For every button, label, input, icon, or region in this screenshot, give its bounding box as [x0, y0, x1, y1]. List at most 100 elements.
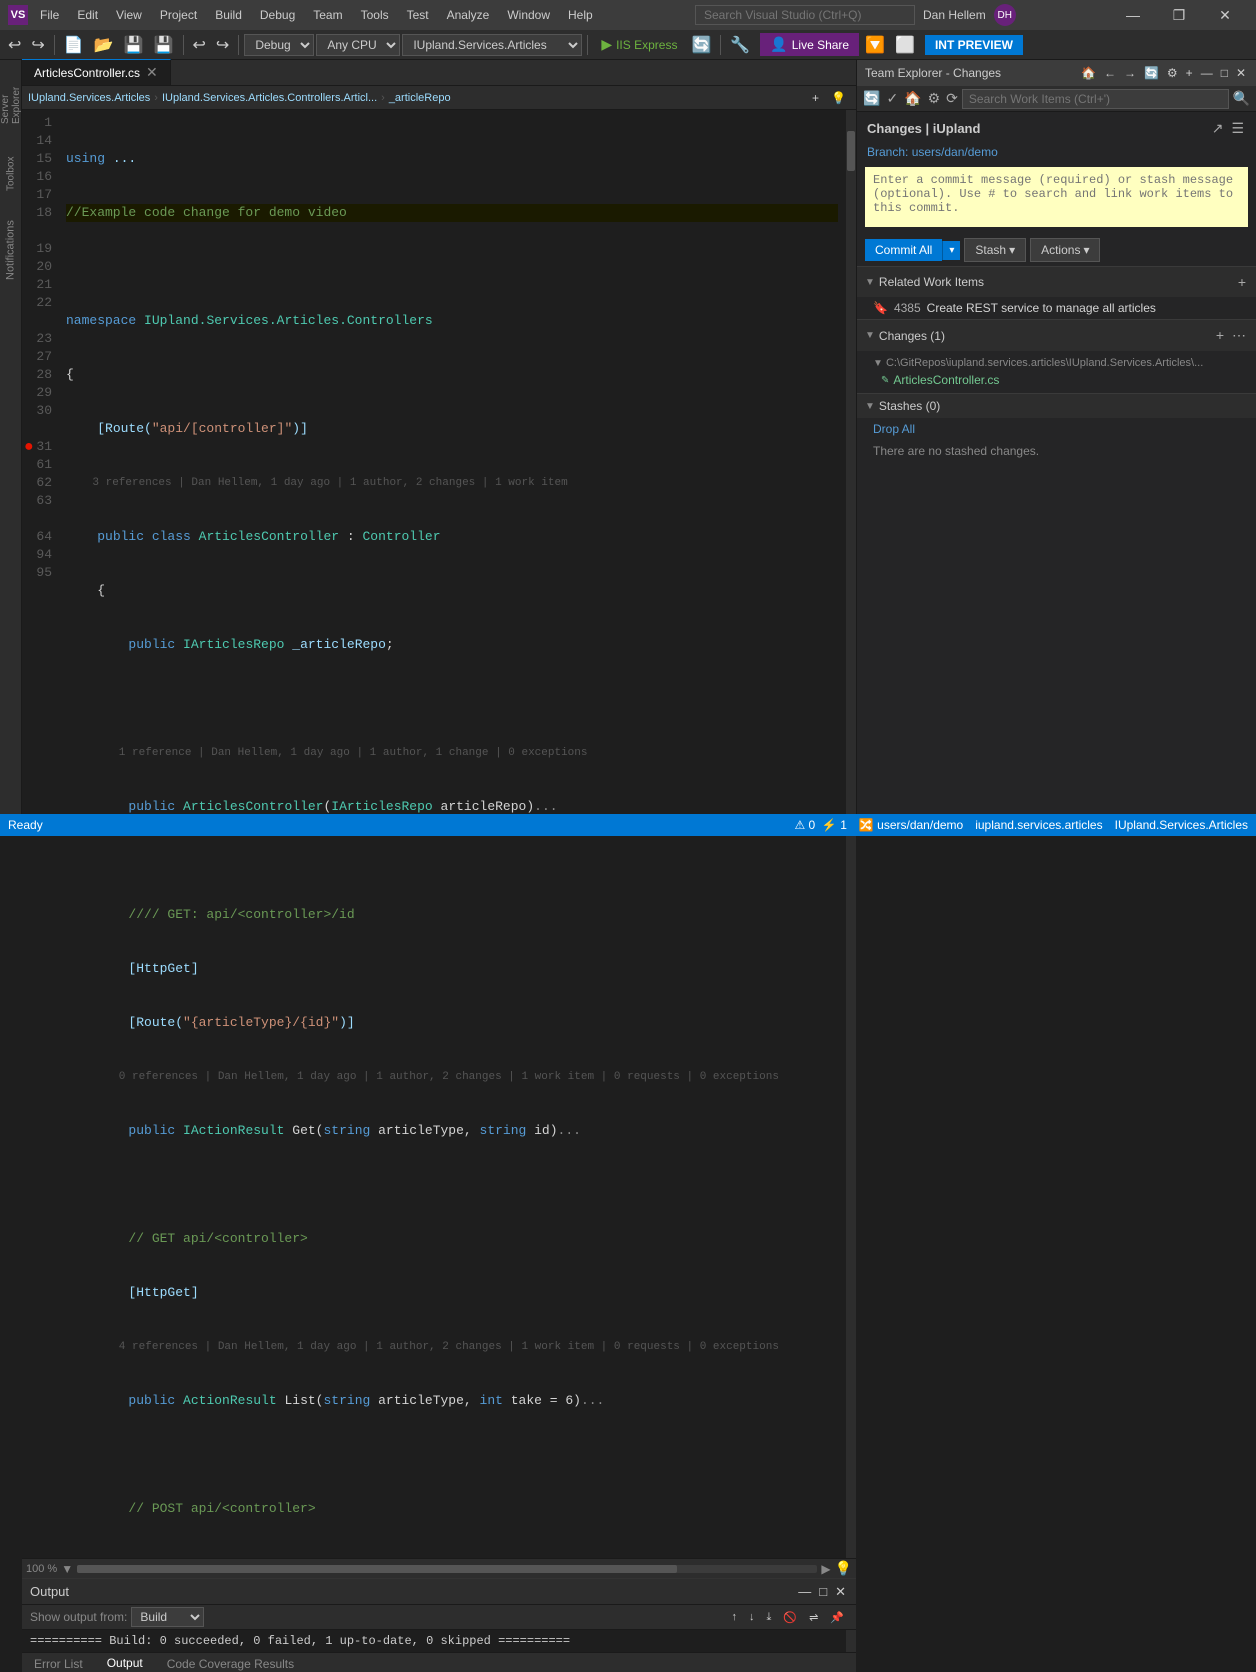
- commit-message-input[interactable]: [865, 167, 1248, 227]
- stashes-title: Stashes (0): [879, 399, 940, 413]
- redo-button[interactable]: ↪: [212, 33, 233, 57]
- te-maximize-icon[interactable]: □: [1219, 64, 1230, 82]
- right-project: IUpland.Services.Articles: [1115, 818, 1248, 832]
- related-work-items-header[interactable]: ▼ Related Work Items +: [857, 267, 1256, 297]
- te-expand-icon[interactable]: ↗: [1210, 118, 1226, 139]
- refresh-button[interactable]: 🔄: [687, 33, 715, 57]
- te-forward-icon[interactable]: →: [1122, 64, 1138, 82]
- menu-test[interactable]: Test: [399, 6, 437, 24]
- te-settings-icon[interactable]: ⚙: [1165, 64, 1180, 82]
- notifications-panel[interactable]: Notifications: [0, 200, 22, 300]
- output-source-dropdown[interactable]: Build Debug General: [131, 1607, 204, 1627]
- int-preview-button[interactable]: INT PREVIEW: [925, 35, 1023, 55]
- pin-output-button[interactable]: 📌: [826, 1609, 848, 1626]
- actions-button[interactable]: Actions ▾: [1030, 238, 1100, 262]
- user-avatar[interactable]: DH: [994, 4, 1016, 26]
- actions-dropdown-icon: ▾: [1083, 243, 1089, 257]
- minimize-button[interactable]: —: [1110, 0, 1156, 30]
- te-sync-icon[interactable]: ⟳: [944, 88, 960, 109]
- diagnostics-button[interactable]: 🔧: [726, 33, 754, 57]
- scroll-down-button[interactable]: ↓: [745, 1609, 759, 1626]
- te-commit-icon[interactable]: ✓: [884, 88, 900, 109]
- debug-config-dropdown[interactable]: Debug: [244, 34, 314, 56]
- undo-button[interactable]: ↩: [189, 33, 210, 57]
- git-branch[interactable]: 🔀 users/dan/demo: [859, 818, 963, 832]
- filter-button[interactable]: 🔽: [861, 33, 889, 57]
- tab-output[interactable]: Output: [95, 1654, 155, 1672]
- te-new-icon[interactable]: +: [1184, 64, 1195, 82]
- h-scrollbar[interactable]: [77, 1565, 817, 1573]
- lightbulb-icon[interactable]: 💡: [835, 1560, 852, 1577]
- output-vscroll[interactable]: [846, 1630, 856, 1652]
- menu-project[interactable]: Project: [152, 6, 205, 24]
- menu-window[interactable]: Window: [499, 6, 558, 24]
- editor-tab-articles-controller[interactable]: ArticlesController.cs ✕: [22, 59, 171, 85]
- scroll-up-button[interactable]: ↑: [728, 1609, 742, 1626]
- save-all-button[interactable]: 💾: [150, 33, 178, 57]
- back-button[interactable]: ↩: [4, 33, 25, 57]
- clear-output-button[interactable]: 🚫: [779, 1609, 801, 1626]
- scroll-right-icon[interactable]: ▶: [821, 1562, 830, 1576]
- te-home2-icon[interactable]: 🏠: [902, 88, 923, 109]
- te-back-icon[interactable]: ←: [1102, 64, 1118, 82]
- te-minimize-icon[interactable]: —: [1199, 64, 1215, 82]
- server-explorer-icon[interactable]: Server Explorer: [1, 64, 21, 124]
- te-search-input[interactable]: [962, 89, 1229, 109]
- change-file-item[interactable]: ✎ ArticlesController.cs: [865, 371, 1248, 389]
- commit-all-button[interactable]: Commit All: [865, 239, 942, 261]
- add-change-icon[interactable]: +: [1214, 325, 1226, 346]
- word-wrap-button[interactable]: ⇌: [805, 1609, 822, 1626]
- te-search-icon[interactable]: 🔍: [1231, 88, 1252, 109]
- menu-view[interactable]: View: [108, 6, 150, 24]
- project-dropdown[interactable]: IUpland.Services.Articles: [402, 34, 582, 56]
- close-button[interactable]: ✕: [1202, 0, 1248, 30]
- add-work-item-icon[interactable]: +: [1236, 272, 1248, 292]
- drop-all-button[interactable]: Drop All: [857, 418, 1256, 440]
- restore-button[interactable]: ❐: [1156, 0, 1202, 30]
- platform-dropdown[interactable]: Any CPU: [316, 34, 400, 56]
- bulb-button[interactable]: 💡: [827, 89, 850, 107]
- menu-edit[interactable]: Edit: [69, 6, 106, 24]
- toolbox-icon[interactable]: Toolbox: [1, 144, 21, 204]
- liveshare-button[interactable]: 👤 Live Share: [760, 33, 859, 56]
- output-toolbar: Show output from: Build Debug General ↑ …: [22, 1605, 856, 1630]
- layout-button[interactable]: ⬜: [891, 33, 919, 57]
- statusbar: Ready ⚠ 0 ⚡ 1 🔀 users/dan/demo iupland.s…: [0, 814, 1256, 836]
- menu-analyze[interactable]: Analyze: [439, 6, 498, 24]
- new-file-button[interactable]: 📄: [60, 33, 88, 57]
- error-count[interactable]: ⚠ 0 ⚡ 1: [794, 818, 846, 832]
- te-refresh-icon[interactable]: 🔄: [1142, 64, 1161, 82]
- change-options-icon[interactable]: ⋯: [1230, 325, 1248, 346]
- menu-tools[interactable]: Tools: [353, 6, 397, 24]
- menu-debug[interactable]: Debug: [252, 6, 303, 24]
- menu-help[interactable]: Help: [560, 6, 601, 24]
- save-button[interactable]: 💾: [120, 33, 148, 57]
- te-refresh2-icon[interactable]: 🔄: [861, 88, 882, 109]
- scroll-to-bottom-button[interactable]: ⤓: [763, 1609, 776, 1626]
- minimize-output-icon[interactable]: —: [796, 1582, 813, 1602]
- changes-section-header[interactable]: ▼ Changes (1) + ⋯: [857, 320, 1256, 351]
- te-options-icon[interactable]: ☰: [1229, 118, 1246, 139]
- open-file-button[interactable]: 📂: [90, 33, 118, 57]
- tab-error-list[interactable]: Error List: [22, 1654, 95, 1672]
- zoom-down-icon[interactable]: ▼: [61, 1562, 73, 1576]
- run-button[interactable]: ▶ IIS Express: [593, 34, 685, 55]
- menu-team[interactable]: Team: [305, 6, 350, 24]
- forward-button[interactable]: ↪: [27, 33, 48, 57]
- stashes-header[interactable]: ▼ Stashes (0): [857, 394, 1256, 418]
- menu-build[interactable]: Build: [207, 6, 250, 24]
- tab-close-icon[interactable]: ✕: [146, 64, 158, 81]
- menu-file[interactable]: File: [32, 6, 67, 24]
- tab-code-coverage[interactable]: Code Coverage Results: [155, 1654, 306, 1672]
- commit-dropdown-arrow[interactable]: ▾: [942, 241, 960, 260]
- te-settings2-icon[interactable]: ⚙: [926, 88, 943, 109]
- close-output-icon[interactable]: ✕: [833, 1582, 848, 1602]
- output-action-buttons: ↑ ↓ ⤓ 🚫 ⇌ 📌: [728, 1609, 849, 1626]
- add-bookmark-button[interactable]: +: [808, 89, 823, 107]
- te-close-icon[interactable]: ✕: [1234, 64, 1248, 82]
- commit-btn-group: Commit All ▾: [865, 239, 960, 261]
- global-search[interactable]: [695, 5, 915, 25]
- stash-button[interactable]: Stash ▾: [964, 238, 1026, 262]
- maximize-output-icon[interactable]: □: [817, 1582, 829, 1602]
- te-home-icon[interactable]: 🏠: [1079, 64, 1098, 82]
